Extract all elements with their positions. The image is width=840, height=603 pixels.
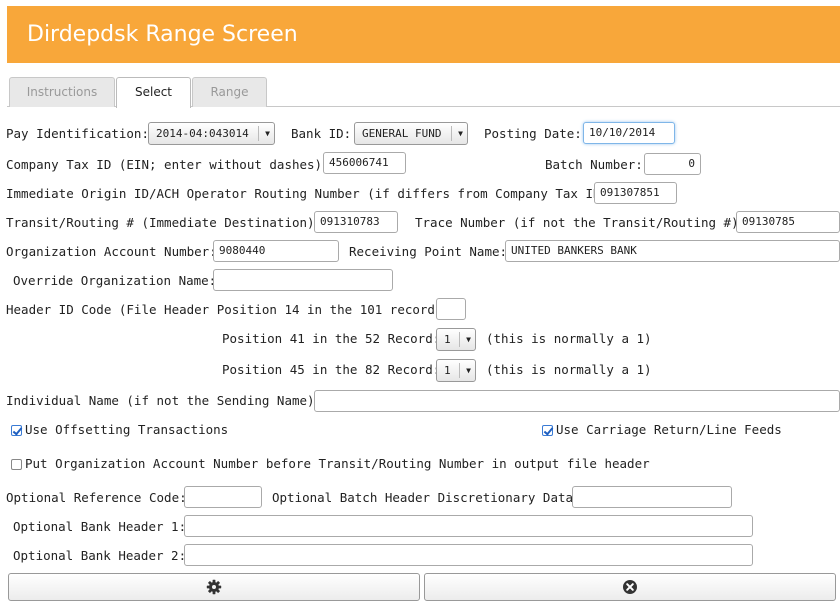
page-title: Dirdepdsk Range Screen — [27, 22, 298, 47]
company-tax-id-label: Company Tax ID (EIN; enter without dashe… — [6, 157, 330, 172]
gear-icon — [206, 579, 222, 595]
immediate-origin-input[interactable]: 091307851 — [594, 182, 677, 204]
posting-date-label: Posting Date: — [484, 126, 582, 141]
override-org-name-input[interactable] — [213, 269, 393, 291]
optional-bank-header-2-input[interactable] — [184, 544, 753, 566]
batch-number-input[interactable]: 0 — [644, 153, 701, 175]
put-org-account-checkbox[interactable] — [11, 459, 22, 470]
header-id-code-label: Header ID Code (File Header Position 14 … — [6, 302, 451, 317]
use-crlf-checkbox[interactable] — [542, 425, 553, 436]
position-41-note: (this is normally a 1) — [486, 331, 652, 346]
position-41-select[interactable]: 1 ▼ — [436, 328, 476, 351]
put-org-account-label: Put Organization Account Number before T… — [25, 456, 650, 471]
optional-bank-header-1-label: Optional Bank Header 1: — [13, 519, 187, 534]
close-circle-icon — [623, 580, 637, 594]
use-crlf-label: Use Carriage Return/Line Feeds — [556, 422, 782, 437]
optional-bank-header-2-label: Optional Bank Header 2: — [13, 548, 187, 563]
chevron-down-icon: ▼ — [466, 366, 471, 375]
chevron-down-icon: ▼ — [466, 335, 471, 344]
pay-identification-select[interactable]: 2014-04:043014 ▼ — [148, 122, 275, 145]
chevron-down-icon: ▼ — [458, 129, 463, 138]
posting-date-input[interactable]: 10/10/2014 — [583, 122, 675, 144]
tab-instructions[interactable]: Instructions — [9, 77, 115, 107]
header-id-code-input[interactable] — [436, 298, 466, 320]
optional-reference-code-input[interactable] — [184, 486, 262, 508]
trace-number-input[interactable]: 09130785 — [736, 211, 840, 233]
position-41-value: 1 — [444, 333, 451, 346]
optional-bank-header-1-input[interactable] — [184, 515, 753, 537]
optional-batch-header-label: Optional Batch Header Discretionary Data… — [272, 490, 581, 505]
cancel-button[interactable] — [424, 573, 836, 601]
transit-routing-input[interactable]: 091310783 — [314, 211, 398, 233]
org-account-number-input[interactable]: 9080440 — [213, 240, 339, 262]
tab-select[interactable]: Select — [116, 77, 191, 108]
batch-number-label: Batch Number: — [545, 157, 643, 172]
tab-range[interactable]: Range — [192, 77, 267, 107]
bank-id-value: GENERAL FUND — [362, 127, 442, 140]
receiving-point-name-input[interactable]: UNITED BANKERS BANK — [505, 240, 840, 262]
company-tax-id-input[interactable]: 456006741 — [323, 152, 406, 174]
use-offsetting-checkbox[interactable] — [11, 425, 22, 436]
position-45-label: Position 45 in the 82 Record: — [222, 362, 441, 377]
optional-batch-header-input[interactable] — [572, 486, 732, 508]
position-45-note: (this is normally a 1) — [486, 362, 652, 377]
chevron-down-icon: ▼ — [265, 129, 270, 138]
bank-id-label: Bank ID: — [291, 126, 352, 141]
title-bar: Dirdepdsk Range Screen — [7, 6, 840, 63]
pay-identification-value: 2014-04:043014 — [156, 127, 249, 140]
org-account-number-label: Organization Account Number: — [6, 244, 217, 259]
trace-number-label: Trace Number (if not the Transit/Routing… — [415, 215, 747, 230]
receiving-point-name-label: Receiving Point Name: — [349, 244, 508, 259]
use-offsetting-label: Use Offsetting Transactions — [25, 422, 229, 437]
override-org-name-label: Override Organization Name: — [13, 273, 217, 288]
position-41-label: Position 41 in the 52 Record: — [222, 331, 441, 346]
transit-routing-label: Transit/Routing # (Immediate Destination… — [6, 215, 323, 230]
position-45-select[interactable]: 1 ▼ — [436, 359, 476, 382]
pay-identification-label: Pay Identification: — [6, 126, 149, 141]
position-45-value: 1 — [444, 364, 451, 377]
immediate-origin-label: Immediate Origin ID/ACH Operator Routing… — [6, 186, 616, 201]
individual-name-input[interactable] — [314, 390, 840, 412]
individual-name-label: Individual Name (if not the Sending Name… — [6, 393, 323, 408]
optional-reference-code-label: Optional Reference Code: — [6, 490, 187, 505]
bank-id-select[interactable]: GENERAL FUND ▼ — [354, 122, 468, 145]
process-button[interactable] — [8, 573, 420, 601]
